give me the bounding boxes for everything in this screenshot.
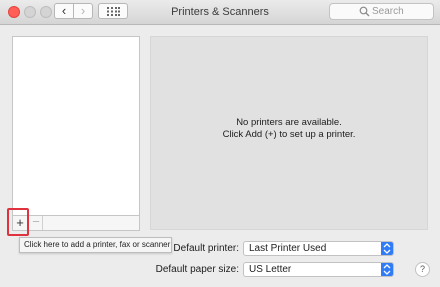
search-icon <box>359 6 370 17</box>
remove-printer-button[interactable]: − <box>28 215 43 230</box>
paper-size-label: Default paper size: <box>155 264 239 275</box>
printer-list[interactable] <box>12 36 140 216</box>
popup-arrows-icon <box>381 263 393 276</box>
paper-size-popup[interactable]: US Letter <box>243 262 394 277</box>
empty-state-line-1: No printers are available. <box>236 117 342 128</box>
empty-state-line-2: Click Add (+) to set up a printer. <box>222 129 356 140</box>
toolbar-divider <box>42 216 43 230</box>
default-printer-value: Last Printer Used <box>249 243 327 254</box>
popup-arrows-icon <box>381 242 393 255</box>
search-placeholder: Search <box>372 6 404 17</box>
help-button[interactable]: ? <box>415 262 430 277</box>
empty-state-message: No printers are available. Click Add (+)… <box>150 117 428 141</box>
search-field[interactable]: Search <box>329 3 434 20</box>
default-printer-popup[interactable]: Last Printer Used <box>243 241 394 256</box>
add-button-highlight <box>7 208 29 236</box>
paper-size-value: US Letter <box>249 264 292 275</box>
default-printer-label: Default printer: <box>173 243 239 254</box>
